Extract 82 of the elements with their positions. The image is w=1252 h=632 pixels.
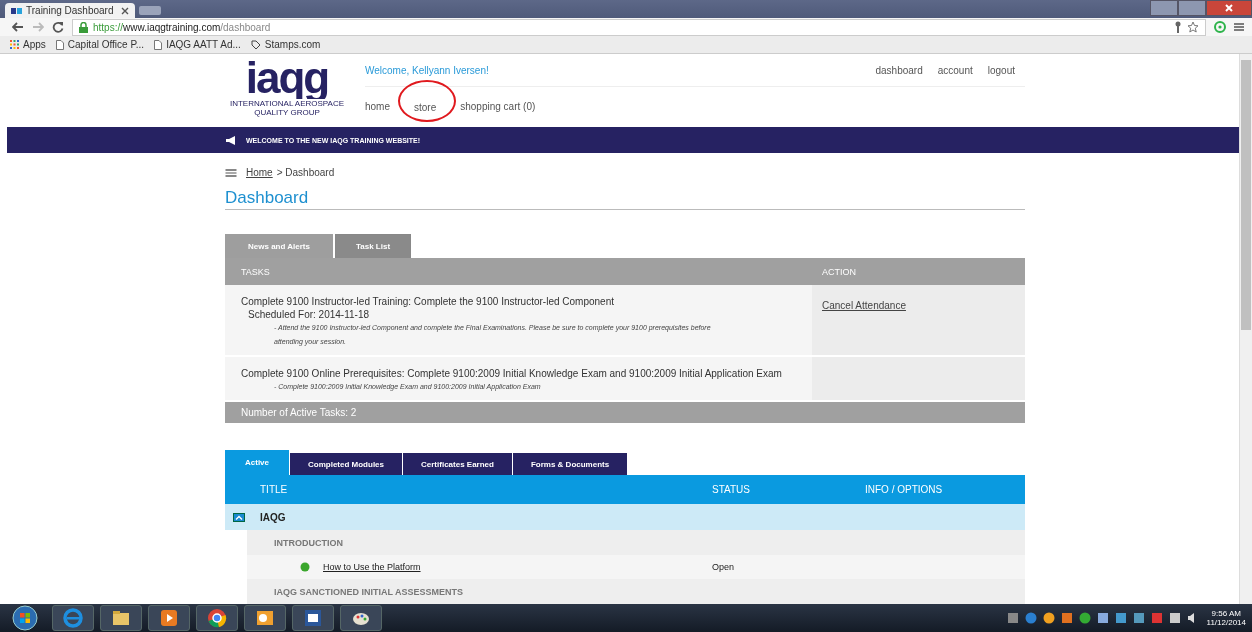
- page-title: Dashboard: [225, 188, 1025, 210]
- nav-link[interactable]: account: [937, 64, 973, 76]
- chrome-icon: [206, 607, 228, 629]
- minimize-button[interactable]: [1150, 0, 1178, 16]
- nav-link[interactable]: logout: [987, 64, 1015, 76]
- browser-e-icon: [62, 607, 84, 629]
- tray-icon: [1168, 612, 1181, 624]
- module-link[interactable]: How to Use the Platform: [323, 562, 421, 572]
- forward-icon: [32, 22, 44, 32]
- star-icon: [1187, 21, 1199, 33]
- tray-icon: [1078, 612, 1091, 624]
- clock-date: 11/12/2014: [1206, 618, 1246, 627]
- task-title: Complete 9100 Online Prerequisites: Complete 9100:2009 Initial Knowledge Exam and 9100:2009 Initial Application Exam: [241, 367, 783, 380]
- breadcrumb-link[interactable]: Home: [246, 167, 273, 178]
- taskbar-button[interactable]: [100, 605, 142, 631]
- tray-icon: [1150, 612, 1163, 624]
- collapse-toggle[interactable]: [233, 512, 245, 522]
- bookmark[interactable]: Capital Office P...: [55, 39, 145, 50]
- scrollbar[interactable]: [1239, 54, 1252, 604]
- close-button[interactable]: [1206, 0, 1252, 16]
- welcome-text: Welcome, Kellyann Iversen!: [365, 64, 489, 76]
- play-icon: [158, 607, 180, 629]
- tray-icon: [1060, 612, 1073, 624]
- site-icon: [11, 6, 23, 15]
- status-text: Open: [712, 562, 736, 572]
- breadcrumb-current: > Dashboard: [276, 167, 335, 178]
- tab[interactable]: Completed Modules: [290, 453, 402, 475]
- logo[interactable]: iaqg INTERNATIONAL AEROSPACE QUALITY GROUP: [225, 57, 349, 123]
- lock-icon: [79, 21, 88, 33]
- tray-icon: [1114, 612, 1127, 624]
- megaphone-icon: [225, 135, 237, 145]
- nav-link[interactable]: shopping cart (0): [460, 100, 536, 112]
- apps-icon: [10, 40, 19, 49]
- tray-icon: [1042, 612, 1055, 624]
- bookmark[interactable]: Apps: [10, 39, 46, 50]
- task-date: Scheduled For: 2014-11-18: [247, 308, 370, 321]
- taskbar-button[interactable]: [292, 605, 334, 631]
- browser-tab[interactable]: Training Dashboard: [5, 3, 135, 18]
- table-footer: Number of Active Tasks: 2: [225, 402, 1025, 423]
- page-icon: [55, 39, 64, 50]
- column-header: STATUS: [712, 484, 751, 495]
- nav-link[interactable]: home: [365, 100, 390, 112]
- column-header: TITLE: [259, 484, 289, 495]
- tray-icon: [1132, 612, 1145, 624]
- status-dot-icon: [300, 562, 310, 572]
- nav-link[interactable]: store: [414, 102, 437, 113]
- column-header: TASKS: [240, 266, 271, 277]
- close-icon: [121, 6, 129, 15]
- tab[interactable]: Certificates Earned: [403, 453, 512, 475]
- scroll-thumb[interactable]: [1241, 60, 1251, 330]
- bookmark[interactable]: IAQG AATT Ad...: [154, 39, 241, 50]
- tray-icon: [1006, 612, 1019, 624]
- reload-icon: [52, 21, 64, 33]
- tag-icon: [250, 39, 261, 50]
- clock-time: 9:56 AM: [1211, 609, 1241, 618]
- bookmark[interactable]: Stamps.com: [250, 39, 321, 50]
- tray-icon: [1096, 612, 1109, 624]
- section-title: IAQG SANCTIONED INITIAL ASSESSMENTS: [274, 586, 464, 597]
- back-icon: [12, 22, 24, 32]
- taskbar-button[interactable]: [244, 605, 286, 631]
- column-header: ACTION: [821, 266, 857, 277]
- url-text: https://www.iaqgtraining.com/dashboard: [93, 21, 271, 33]
- menu-icon: [1234, 22, 1244, 32]
- action-link[interactable]: Cancel Attendance: [822, 300, 906, 311]
- close-icon: [1224, 4, 1234, 12]
- taskbar-button[interactable]: [196, 605, 238, 631]
- column-header: INFO / OPTIONS: [865, 484, 943, 495]
- tray-icon: [1024, 612, 1037, 624]
- taskbar-button[interactable]: [148, 605, 190, 631]
- address-bar[interactable]: https://www.iaqgtraining.com/dashboard: [72, 18, 1206, 36]
- taskbar-button[interactable]: [340, 605, 382, 631]
- page-icon: [154, 39, 163, 50]
- nav-link[interactable]: dashboard: [875, 64, 923, 76]
- tab[interactable]: Forms & Documents: [512, 453, 628, 475]
- start-orb-icon: [12, 605, 38, 631]
- document-icon: [302, 607, 324, 629]
- section-title: INTRODUCTION: [274, 537, 343, 548]
- speaker-icon: [1186, 613, 1195, 623]
- task-title: Complete 9100 Instructor-led Training: Complete the 9100 Instructor-led Component: [241, 295, 615, 308]
- caret-up-icon: [235, 514, 243, 520]
- group-title: IAQG: [260, 511, 286, 523]
- restore-button[interactable]: [1178, 0, 1206, 16]
